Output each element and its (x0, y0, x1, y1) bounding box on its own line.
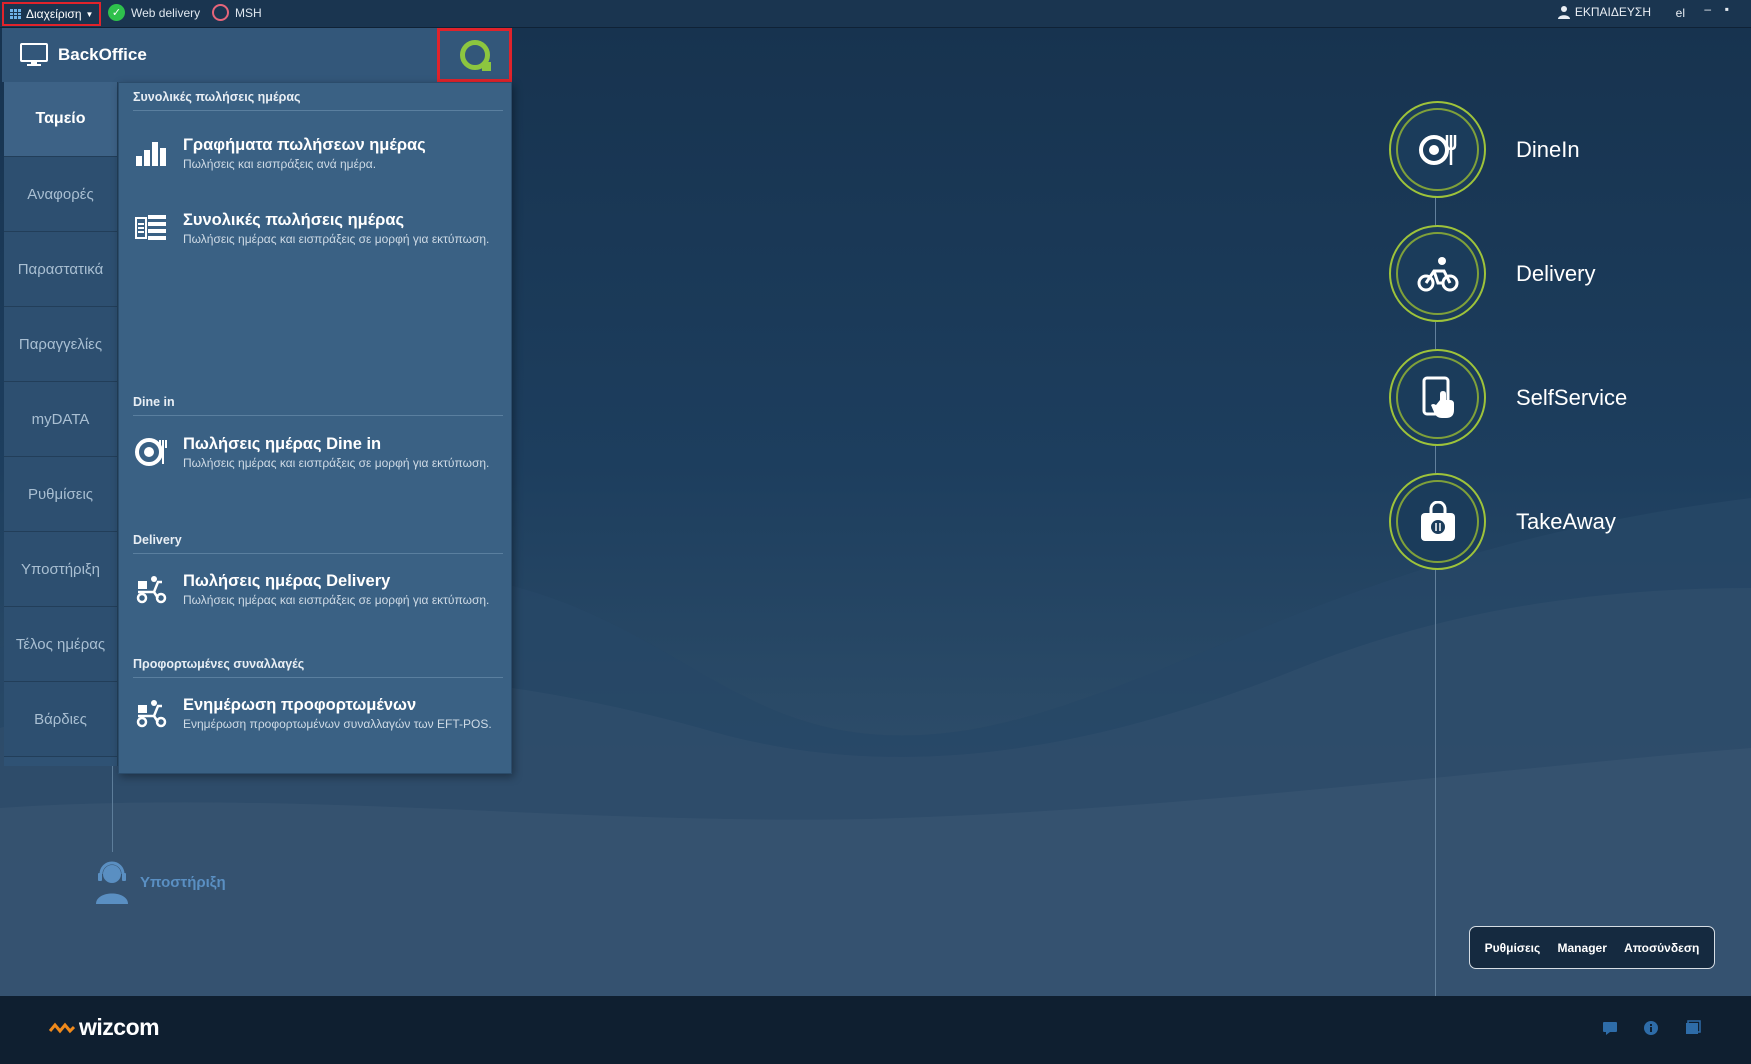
bar-chart-icon (133, 135, 169, 171)
item-title: Γραφήματα πωλήσεων ημέρας (183, 136, 426, 154)
scooter-icon (133, 695, 169, 731)
backoffice-content-panel: Συνολικές πωλήσεις ημέρας Γραφήματα πωλή… (118, 82, 512, 774)
footer: wizcom (0, 996, 1751, 1064)
item-title: Συνολικές πωλήσεις ημέρας (183, 211, 405, 229)
touch-tablet-icon (1389, 349, 1486, 446)
mode-label: DineIn (1516, 136, 1580, 162)
apps-grid-icon (10, 9, 22, 19)
section-divider (133, 110, 503, 111)
chat-icon[interactable] (1602, 1020, 1618, 1036)
item-title: Ενημέρωση προφορτωμένων (183, 696, 417, 714)
tab-support[interactable]: Υποστήριξη (4, 532, 117, 607)
msh-label: MSH (235, 5, 262, 20)
plate-cutlery-icon (1389, 101, 1486, 198)
backoffice-title: BackOffice (58, 45, 147, 64)
item-title: Πωλήσεις ημέρας Dine in (183, 435, 382, 453)
backoffice-tabs: Ταμείο Αναφορές Παραστατικά Παραγγελίες … (4, 82, 118, 766)
mode-label: Delivery (1516, 260, 1596, 286)
dine-in-icon (133, 434, 169, 470)
language-selector[interactable]: el (1676, 6, 1685, 20)
msh-status[interactable]: MSH (212, 4, 262, 21)
section-title-preloaded: Προφορτωμένες συναλλαγές (133, 657, 305, 671)
windows-icon[interactable] (1685, 1020, 1701, 1036)
menu-item-preloaded-update[interactable]: Ενημέρωση προφορτωμένων Ενημέρωση προφορ… (133, 695, 503, 733)
q-logo-icon (459, 40, 491, 71)
tab-orders[interactable]: Παραγγελίες (4, 307, 117, 382)
headset-agent-icon (96, 861, 128, 904)
menu-item-total-sales[interactable]: Συνολικές πωλήσεις ημέρας Πωλήσεις ημέρα… (133, 210, 503, 248)
minimize-icon[interactable]: – (1704, 2, 1711, 16)
tab-reports[interactable]: Αναφορές (4, 157, 117, 232)
menu-item-sales-charts[interactable]: Γραφήματα πωλήσεων ημέρας Πωλήσεις και ε… (133, 135, 503, 173)
circle-outline-icon (212, 4, 229, 21)
title-bar: Διαχείριση ▼ ✓ Web delivery MSH ΕΚΠΑΙΔΕΥ… (0, 0, 1751, 28)
mode-selfservice[interactable]: SelfService (1389, 349, 1627, 446)
management-menu-label: Διαχείριση (26, 7, 82, 21)
item-desc: Πωλήσεις ημέρας και εισπράξεις σε μορφή … (183, 593, 490, 607)
logout-button[interactable]: Αποσύνδεση (1624, 941, 1699, 955)
menu-item-delivery-sales[interactable]: Πωλήσεις ημέρας Delivery Πωλήσεις ημέρας… (133, 571, 503, 609)
logo-mark-icon (49, 1022, 75, 1033)
settings-button[interactable]: Ρυθμίσεις (1485, 941, 1541, 955)
management-menu-button[interactable]: Διαχείριση ▼ (2, 2, 101, 26)
item-title: Πωλήσεις ημέρας Delivery (183, 572, 391, 590)
web-delivery-status[interactable]: ✓ Web delivery (108, 4, 200, 21)
maximize-icon[interactable]: ▪ (1725, 2, 1729, 16)
mode-label: SelfService (1516, 384, 1628, 410)
takeaway-bag-icon (1389, 473, 1486, 570)
bottom-action-group: Ρυθμίσεις Manager Αποσύνδεση (1469, 926, 1715, 969)
tab-mydata[interactable]: myDATA (4, 382, 117, 457)
item-desc: Ενημέρωση προφορτωμένων συναλλαγών των E… (183, 717, 492, 731)
section-divider (133, 677, 503, 678)
section-title-delivery: Delivery (133, 533, 182, 547)
tab-settings[interactable]: Ρυθμίσεις (4, 457, 117, 532)
section-title-dine-in: Dine in (133, 395, 175, 409)
check-circle-icon: ✓ (108, 4, 125, 21)
tab-documents[interactable]: Παραστατικά (4, 232, 117, 307)
bicycle-icon (1389, 225, 1486, 322)
tab-cash[interactable]: Ταμείο (4, 82, 117, 157)
quick-action-button[interactable] (437, 28, 512, 82)
wizcom-logo: wizcom (49, 1014, 160, 1041)
web-delivery-label: Web delivery (131, 5, 201, 20)
scooter-icon (133, 571, 169, 607)
section-divider (133, 415, 503, 416)
report-list-icon (133, 210, 169, 246)
user-label: ΕΚΠΑΙΔΕΥΣΗ (1574, 5, 1651, 19)
connector-line (112, 766, 113, 852)
section-divider (133, 553, 503, 554)
info-icon[interactable] (1643, 1020, 1659, 1036)
item-desc: Πωλήσεις και εισπράξεις ανά ημέρα. (183, 157, 377, 171)
mode-label: TakeAway (1516, 508, 1616, 534)
mode-delivery[interactable]: Delivery (1389, 225, 1595, 322)
tab-shifts[interactable]: Βάρδιες (4, 682, 117, 757)
monitor-icon (20, 43, 48, 66)
user-indicator[interactable]: ΕΚΠΑΙΔΕΥΣΗ (1557, 5, 1651, 19)
support-link[interactable]: Υποστήριξη (94, 860, 226, 904)
backoffice-header: BackOffice (2, 28, 512, 82)
support-label: Υποστήριξη (140, 873, 226, 891)
menu-item-dine-in-sales[interactable]: Πωλήσεις ημέρας Dine in Πωλήσεις ημέρας … (133, 434, 503, 472)
caret-down-icon: ▼ (85, 9, 94, 19)
section-title-total-sales: Συνολικές πωλήσεις ημέρας (133, 90, 301, 104)
item-desc: Πωλήσεις ημέρας και εισπράξεις σε μορφή … (183, 456, 490, 470)
logo-text: wizcom (79, 1014, 160, 1040)
user-icon (1557, 6, 1570, 19)
item-desc: Πωλήσεις ημέρας και εισπράξεις σε μορφή … (183, 232, 490, 246)
tab-end-of-day[interactable]: Τέλος ημέρας (4, 607, 117, 682)
mode-takeaway[interactable]: TakeAway (1389, 473, 1616, 570)
manager-button[interactable]: Manager (1558, 941, 1607, 955)
mode-dinein[interactable]: DineIn (1389, 101, 1580, 198)
